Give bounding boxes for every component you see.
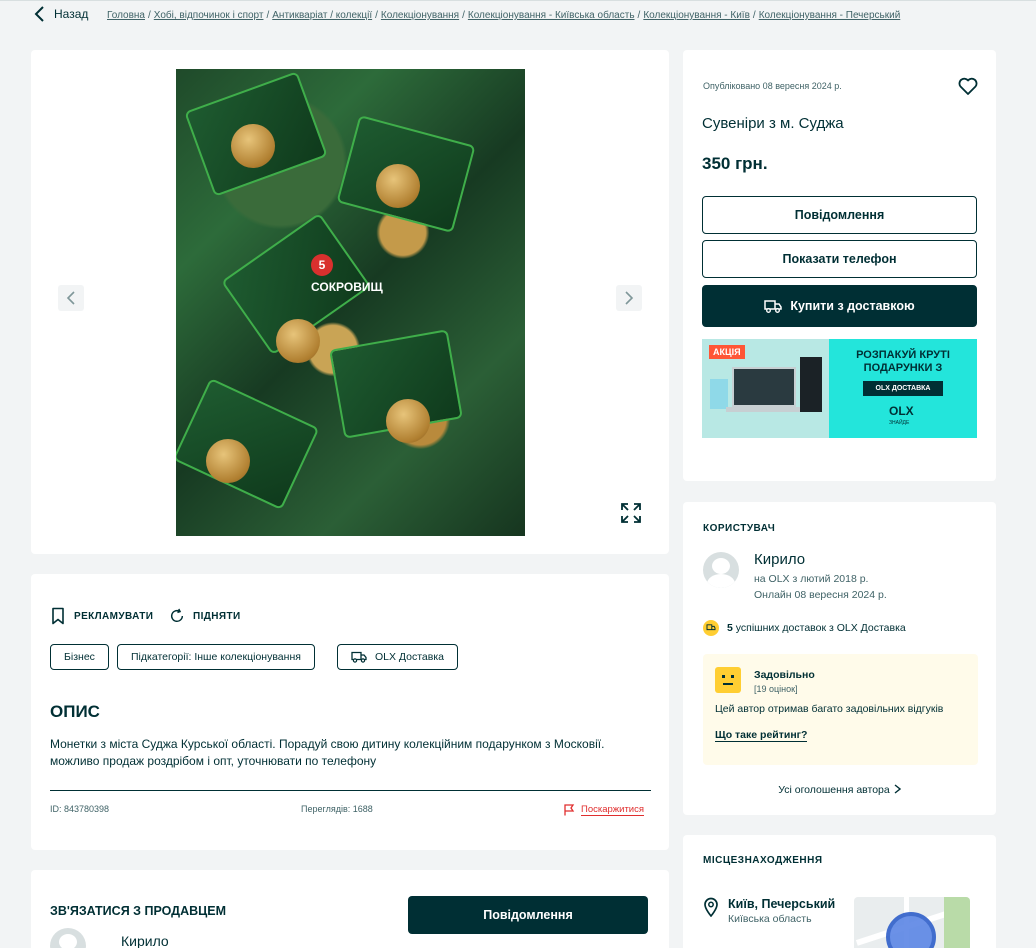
rating-count: [19 оцінок] [754,684,798,694]
promo-gift [710,379,728,409]
avatar[interactable] [50,928,86,948]
contact-seller-card: ЗВ'ЯЗАТИСЯ З ПРОДАВЦЕМ Повідомлення Кири… [31,870,669,948]
description-heading: ОПИС [50,702,100,721]
map-park [944,897,970,948]
listing-price: 350 грн. [702,154,768,173]
deliveries-info: 5 успішних доставок з OLX Доставка [703,620,906,636]
chevron-right-icon [625,291,634,305]
tag-subcategory[interactable]: Підкатегорії: Інше колекціонування [117,644,315,670]
chevron-left-icon [34,6,44,22]
all-ads-label: Усі оголошення автора [778,784,890,796]
breadcrumb: Головна / Хобі, відпочинок і спорт / Антиква… [107,10,901,21]
chevron-left-icon [66,291,75,305]
buy-button-label: Купити з доставкою [790,299,915,313]
promo-delivery-badge: OLX ДОСТАВКА [863,381,943,396]
report-label: Поскаржитися [581,804,645,816]
fullscreen-icon[interactable] [620,502,642,524]
raise-label: ПІДНЯТИ [193,610,241,622]
divider [50,790,651,791]
tag-business[interactable]: Бізнес [50,644,109,670]
tag-olx-delivery[interactable]: OLX Доставка [337,644,459,670]
seller-card: КОРИСТУВАЧ Кирило на OLX з лютий 2018 р.… [683,502,996,815]
deliveries-count: 5 [727,622,733,634]
contact-message-button[interactable]: Повідомлення [408,896,648,934]
listing-summary: Опубліковано 08 вересня 2024 р. Сувеніри… [683,50,996,481]
promote-label: РЕКЛАМУВАТИ [74,610,154,622]
breadcrumb-item[interactable]: Колекціонування [381,10,459,21]
photo-coin [276,319,320,363]
breadcrumb-item[interactable]: Антикваріат / колекції [272,10,372,21]
gallery-next-button[interactable] [616,285,642,311]
breadcrumb-item[interactable]: Колекціонування - Печерський [759,10,901,21]
back-label: Назад [54,7,89,21]
photo-coin [386,399,430,443]
description-text: Монетки з міста Суджа Курської області. … [50,737,605,768]
raise-button[interactable]: ПІДНЯТИ [169,607,241,625]
promo-laptop [732,367,796,407]
gallery-prev-button[interactable] [58,285,84,311]
photo-pack [176,377,320,511]
contact-seller-name[interactable]: Кирило [121,933,169,948]
promo-laptop-base [726,407,802,412]
contact-heading: ЗВ'ЯЗАТИСЯ З ПРОДАВЦЕМ [50,904,227,918]
photo-logo: 5 СОКРОВИЩ [311,254,383,294]
delivery-truck-icon [703,620,719,636]
promo-banner[interactable]: АКЦІЯ РОЗПАКУЙ КРУТІ ПОДАРУНКИ З OLX ДОСТ… [702,339,977,438]
rating-info-link[interactable]: Що таке рейтинг? [715,729,808,742]
promo-tag: АКЦІЯ [709,345,745,359]
published-date: Опубліковано 08 вересня 2024 р. [703,81,842,91]
photo-coin [376,164,420,208]
photo-coin [231,124,275,168]
location-map[interactable] [854,897,970,948]
rating-description: Цей автор отримав багато задовільних від… [715,703,944,715]
seller-online: Онлайн 08 вересня 2024 р. [754,589,887,601]
seller-section-title: КОРИСТУВАЧ [703,523,776,534]
location-city: Київ, Печерський [728,897,836,911]
view-count: Переглядів: 1688 [301,804,373,814]
refresh-icon [170,608,184,622]
truck-icon [764,300,783,313]
avatar[interactable] [703,552,739,588]
chevron-right-icon [894,784,901,794]
listing-id: ID: 843780398 [50,804,110,814]
deliveries-text: успішних доставок з OLX Доставка [735,622,906,634]
location-pin-icon [704,897,718,917]
message-button[interactable]: Повідомлення [702,196,977,234]
all-seller-ads-link[interactable]: Усі оголошення автора [683,784,996,796]
top-divider [0,0,1036,1]
promo-headline: РОЗПАКУЙ КРУТІ ПОДАРУНКИ З [856,349,950,374]
neutral-face-icon [715,667,741,693]
olx-logo: OLX [889,404,914,418]
photo-coin [206,439,250,483]
location-card: МІСЦЕЗНАХОДЖЕННЯ Київ, Печерський Київсь… [683,835,996,948]
show-phone-button[interactable]: Показати телефон [702,240,977,278]
truck-icon [351,651,367,663]
back-link[interactable]: Назад [34,6,88,22]
promo-text: РОЗПАКУЙ КРУТІ ПОДАРУНКИ З OLX ДОСТАВКА O… [829,339,977,438]
flag-icon [564,804,575,816]
seller-since: на OLX з лютий 2018 р. [754,573,869,585]
report-link[interactable]: Поскаржитися [563,804,645,816]
breadcrumb-item[interactable]: Головна [107,10,145,21]
rating-box: Задовільно [19 оцінок] Цей автор отримав… [703,654,978,765]
breadcrumb-item[interactable]: Хобі, відпочинок і спорт [154,10,264,21]
rating-title: Задовільно [754,669,815,681]
listing-photo[interactable]: 5 СОКРОВИЩ [176,69,525,536]
promo-slogan: ЗНАЙДЕ [889,420,910,426]
description-card: РЕКЛАМУВАТИ ПІДНЯТИ Бізнес Підкатегорії:… [31,574,669,850]
breadcrumb-item[interactable]: Колекціонування - Київська область [468,10,635,21]
heart-icon[interactable] [958,77,978,95]
promo-console [800,357,822,412]
promo-image: АКЦІЯ [702,339,829,438]
location-region: Київська область [728,913,812,925]
seller-name[interactable]: Кирило [754,551,805,568]
listing-title: Сувеніри з м. Суджа [702,115,844,132]
promote-button[interactable]: РЕКЛАМУВАТИ [50,607,153,625]
bookmark-icon [52,607,64,625]
location-section-title: МІСЦЕЗНАХОДЖЕННЯ [703,855,823,866]
tag-label: OLX Доставка [375,651,445,663]
photo-gallery: 5 СОКРОВИЩ [31,50,669,554]
buy-with-delivery-button[interactable]: Купити з доставкою [702,285,977,327]
breadcrumb-item[interactable]: Колекціонування - Київ [643,10,750,21]
